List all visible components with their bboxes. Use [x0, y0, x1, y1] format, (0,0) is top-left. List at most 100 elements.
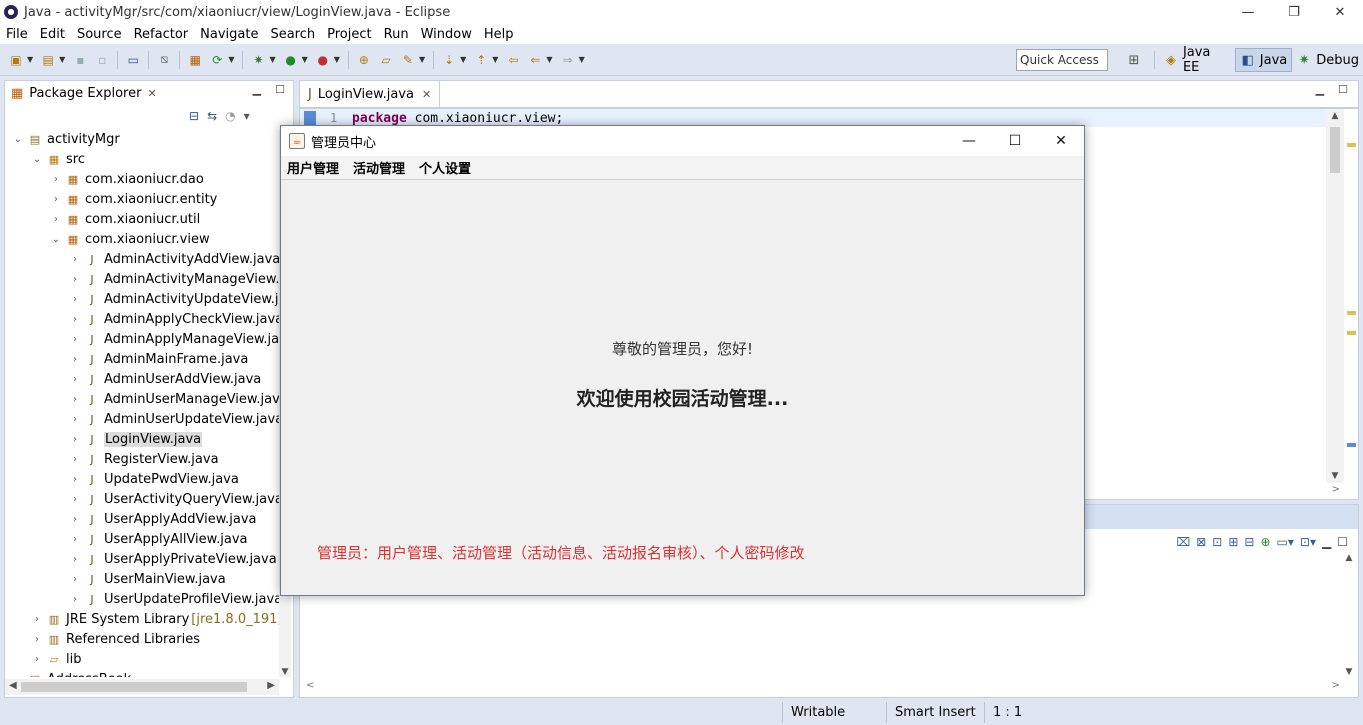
collapsed-chevron-icon[interactable]: ›	[68, 494, 82, 505]
tree-item[interactable]: › J AdminUserAddView.java	[68, 369, 261, 389]
editor-tab-loginview[interactable]: J LoginView.java ✕	[300, 81, 441, 107]
scrollbar-thumb[interactable]	[21, 682, 247, 692]
open-perspective-button[interactable]: ⊞	[1122, 48, 1150, 72]
collapsed-chevron-icon[interactable]: ›	[68, 334, 82, 345]
pin-console-icon[interactable]: ⊕	[1260, 535, 1270, 549]
collapsed-chevron-icon[interactable]: ›	[68, 254, 82, 265]
tree-item[interactable]: ⌄ ▤ activityMgr	[11, 129, 120, 149]
new-icon[interactable]: ▣	[8, 52, 24, 68]
scroll-down-icon[interactable]: ▼	[1342, 667, 1356, 677]
horizontal-scrollbar[interactable]: ◀ ▶	[5, 679, 279, 695]
tree-item[interactable]: › J AdminActivityManageView.java	[68, 269, 279, 289]
new-dropdown-icon[interactable]: ▼	[27, 55, 33, 64]
external-tools-icon[interactable]: ●	[315, 52, 331, 68]
menu-user-management[interactable]: 用户管理	[281, 158, 346, 177]
back-dropdown-icon[interactable]: ▼	[546, 55, 552, 64]
open-type-icon[interactable]: ⊕	[356, 52, 372, 68]
tree-item[interactable]: ⌄ ▦ com.xiaoniucr.view	[49, 229, 210, 249]
collapsed-chevron-icon[interactable]: ›	[49, 174, 63, 185]
scroll-up-icon[interactable]: ▲	[1342, 553, 1356, 563]
prev-annotation-icon[interactable]: ⇡	[473, 52, 489, 68]
collapsed-chevron-icon[interactable]: ›	[68, 314, 82, 325]
collapsed-chevron-icon[interactable]: ›	[68, 454, 82, 465]
collapsed-chevron-icon[interactable]: ›	[49, 194, 63, 205]
perspective-java-ee[interactable]: ◈ Java EE	[1159, 45, 1235, 75]
tree-item[interactable]: › J AdminActivityAddView.java	[68, 249, 279, 269]
minimize-editor-icon[interactable]: ▁	[1316, 83, 1324, 96]
collapsed-chevron-icon[interactable]: ›	[68, 274, 82, 285]
scroll-lock-icon[interactable]: ⊡	[1212, 535, 1222, 549]
collapsed-chevron-icon[interactable]: ›	[68, 354, 82, 365]
last-edit-icon[interactable]: ⇦	[505, 52, 521, 68]
close-icon[interactable]: ✕	[147, 87, 156, 100]
tree-item[interactable]: › ▦ com.xiaoniucr.util	[49, 209, 200, 229]
collapsed-chevron-icon[interactable]: ›	[30, 634, 44, 645]
skip-breakpoints-icon[interactable]: ⧅	[156, 52, 172, 68]
overview-bookmark-marker[interactable]	[1347, 443, 1356, 447]
run-icon[interactable]: ●	[283, 52, 299, 68]
collapsed-chevron-icon[interactable]: ›	[68, 554, 82, 565]
restore-icon[interactable]: ❐	[1271, 0, 1317, 24]
refresh-icon[interactable]: ⟳	[209, 52, 225, 68]
menu-search[interactable]: Search	[264, 27, 321, 42]
tree-item[interactable]: › J LoginView.java	[68, 429, 203, 449]
open-folder-icon[interactable]: ▱	[378, 52, 394, 68]
code-text[interactable]: package com.xiaoniucr.view;	[352, 111, 563, 126]
scroll-down-icon[interactable]: ▼	[279, 667, 291, 677]
menu-refactor[interactable]: Refactor	[128, 27, 195, 42]
external-tools-dropdown-icon[interactable]: ▼	[334, 55, 340, 64]
terminal-icon[interactable]: ▭	[125, 52, 141, 68]
display-console-icon[interactable]: ▭▾	[1277, 535, 1294, 549]
tree-item[interactable]: › J UserUpdateProfileView.java	[68, 589, 279, 609]
open-console-icon[interactable]: ⊡▾	[1300, 535, 1316, 549]
maximize-panel-icon[interactable]: ☐	[1337, 535, 1348, 549]
tree-item[interactable]: › ▱ lib	[30, 649, 81, 669]
tab-package-explorer[interactable]: ▦ Package Explorer ✕	[5, 81, 163, 105]
tree-item[interactable]: › J UserMainView.java	[68, 569, 226, 589]
menu-run[interactable]: Run	[378, 27, 415, 42]
menu-file[interactable]: File	[0, 27, 34, 42]
collapse-all-icon[interactable]: ⊟	[189, 109, 199, 123]
word-wrap-icon[interactable]: ⊞	[1228, 535, 1238, 549]
focus-icon[interactable]: ◔	[225, 109, 235, 123]
tree-item[interactable]: › J AdminMainFrame.java	[68, 349, 248, 369]
tree-item[interactable]: › J UserApplyAllView.java	[68, 529, 247, 549]
collapsed-chevron-icon[interactable]: ›	[68, 594, 82, 605]
scroll-left-icon[interactable]: ◀	[9, 680, 17, 691]
overview-warning-marker[interactable]	[1347, 331, 1356, 335]
search-tool-icon[interactable]: ✎	[400, 52, 416, 68]
collapsed-chevron-icon[interactable]: ›	[68, 394, 82, 405]
tree-item[interactable]: ›▤ AddressBook	[11, 669, 131, 678]
view-menu-icon[interactable]: ▾	[244, 109, 250, 123]
remove-launch-icon[interactable]: ⌧	[1176, 535, 1190, 549]
collapsed-chevron-icon[interactable]: ›	[68, 374, 82, 385]
scroll-left-icon[interactable]: <	[306, 680, 314, 691]
tree-item[interactable]: › J UserActivityQueryView.java	[68, 489, 279, 509]
new-project-dropdown-icon[interactable]: ▼	[59, 55, 65, 64]
next-annotation-dropdown-icon[interactable]: ▼	[460, 55, 466, 64]
tree-item[interactable]: › J AdminApplyManageView.java	[68, 329, 279, 349]
collapsed-chevron-icon[interactable]: ›	[30, 614, 44, 625]
expanded-chevron-icon[interactable]: ⌄	[30, 154, 44, 165]
run-dropdown-icon[interactable]: ▼	[302, 55, 308, 64]
debug-dropdown-icon[interactable]: ▼	[269, 55, 275, 64]
collapsed-chevron-icon[interactable]: ›	[68, 434, 82, 445]
menu-navigate[interactable]: Navigate	[194, 27, 264, 42]
quick-access-field[interactable]: Quick Access	[1016, 49, 1108, 71]
forward-dropdown-icon[interactable]: ▼	[579, 55, 585, 64]
close-icon[interactable]: ✕	[1317, 0, 1363, 24]
scroll-right-icon[interactable]: >	[1332, 484, 1340, 495]
bottom-horizontal-scrollbar[interactable]: < >	[300, 679, 1344, 695]
menu-project[interactable]: Project	[321, 27, 377, 42]
menu-activity-management[interactable]: 活动管理	[346, 158, 412, 177]
menu-window[interactable]: Window	[415, 27, 478, 42]
scrollbar-thumb[interactable]	[1330, 127, 1340, 173]
maximize-icon[interactable]: ☐	[992, 126, 1038, 156]
tree-item[interactable]: › J RegisterView.java	[68, 449, 219, 469]
tree-item[interactable]: › ▦ com.xiaoniucr.entity	[49, 189, 217, 209]
tree-item[interactable]: › ▦ com.xiaoniucr.dao	[49, 169, 204, 189]
minimize-panel-icon[interactable]: ▁	[1322, 535, 1331, 549]
menu-personal-settings[interactable]: 个人设置	[412, 158, 478, 177]
collapsed-chevron-icon[interactable]: ›	[68, 534, 82, 545]
scroll-right-icon[interactable]: >	[1332, 680, 1340, 691]
